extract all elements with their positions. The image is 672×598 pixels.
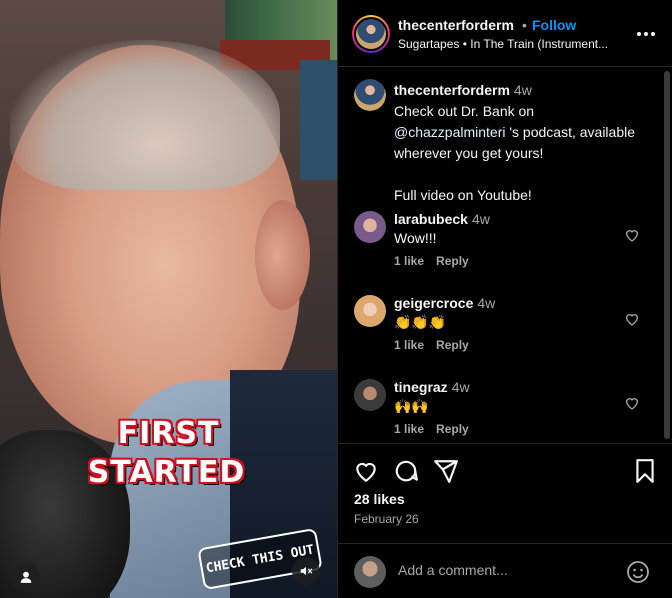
reply-button[interactable]: Reply (436, 422, 469, 436)
emoji-icon[interactable] (626, 560, 650, 584)
comment-meta: 1 like Reply (394, 254, 481, 268)
comment-time: 4w (477, 295, 496, 311)
commenter-username[interactable]: tinegraz 4w (394, 379, 470, 395)
author-username[interactable]: thecenterforderm (398, 17, 514, 33)
caption-username[interactable]: thecenterforderm (394, 82, 510, 98)
mute-button[interactable] (292, 557, 320, 585)
post-media[interactable]: FIRST STARTED CHECK THIS OUT (0, 0, 337, 598)
user-tag-button[interactable] (12, 563, 40, 591)
separator-dot: • (522, 17, 527, 33)
comment-text: 🙌🙌 (394, 398, 429, 414)
current-user-avatar (354, 556, 386, 588)
reply-button[interactable]: Reply (436, 254, 469, 268)
post-details-panel: thecenterforderm • Follow Sugartapes • I… (337, 0, 672, 598)
comment-icon[interactable] (393, 458, 419, 484)
comment-text: 👏👏👏 (394, 314, 447, 330)
post-header: thecenterforderm • Follow Sugartapes • I… (338, 0, 672, 67)
comment-likes[interactable]: 1 like (394, 338, 424, 352)
comments-section[interactable]: thecenterforderm 4w Check out Dr. Bank on… (338, 67, 672, 443)
post-caption: thecenterforderm 4w Check out Dr. Bank on… (394, 80, 639, 206)
comment-meta: 1 like Reply (394, 338, 481, 352)
more-icon (637, 32, 655, 36)
likes-count[interactable]: 28 likes (354, 491, 405, 507)
reply-button[interactable]: Reply (436, 338, 469, 352)
heart-icon[interactable] (624, 227, 640, 243)
follow-button[interactable]: Follow (532, 17, 576, 33)
more-options-button[interactable] (634, 22, 658, 46)
caption-mention[interactable]: @chazzpalminteri (394, 124, 505, 140)
comment-likes[interactable]: 1 like (394, 422, 424, 436)
video-caption-line1: FIRST (117, 416, 220, 451)
author-avatar[interactable] (352, 15, 390, 53)
audio-track[interactable]: Sugartapes • In The Train (Instrument... (398, 37, 628, 51)
video-caption-line2: STARTED (87, 455, 246, 490)
post-date: February 26 (354, 512, 419, 526)
add-comment-bar (338, 543, 672, 598)
comment-input[interactable] (398, 562, 618, 578)
commenter-avatar[interactable] (354, 379, 386, 411)
comment-text: Wow!!! (394, 230, 437, 246)
commenter-avatar[interactable] (354, 211, 386, 243)
caption-text-start: Check out Dr. Bank on (394, 103, 535, 119)
comment-item: larabubeck 4w Wow!!! 1 like Reply (338, 211, 672, 291)
caption-time: 4w (513, 82, 532, 98)
heart-icon[interactable] (624, 395, 640, 411)
commenter-username[interactable]: geigercroce 4w (394, 295, 495, 311)
comment-item: geigercroce 4w 👏👏👏 1 like Reply (338, 295, 672, 375)
comment-item: tinegraz 4w 🙌🙌 1 like Reply (338, 379, 672, 443)
bookmark-icon[interactable] (632, 458, 658, 484)
comment-time: 4w (451, 379, 470, 395)
comment-time: 4w (471, 211, 490, 227)
person-hair (10, 40, 280, 190)
background-book (300, 60, 337, 180)
caption-text-line2: Full video on Youtube! (394, 187, 532, 203)
comment-meta: 1 like Reply (394, 422, 481, 436)
heart-icon[interactable] (353, 458, 379, 484)
heart-icon[interactable] (624, 311, 640, 327)
mute-icon (300, 566, 313, 576)
person-ear (255, 200, 310, 310)
caption-author-avatar[interactable] (354, 79, 386, 111)
user-tag-icon (20, 571, 32, 583)
commenter-username[interactable]: larabubeck 4w (394, 211, 490, 227)
post-actions: 28 likes February 26 (338, 443, 672, 543)
share-icon[interactable] (433, 458, 459, 484)
commenter-avatar[interactable] (354, 295, 386, 327)
comment-likes[interactable]: 1 like (394, 254, 424, 268)
